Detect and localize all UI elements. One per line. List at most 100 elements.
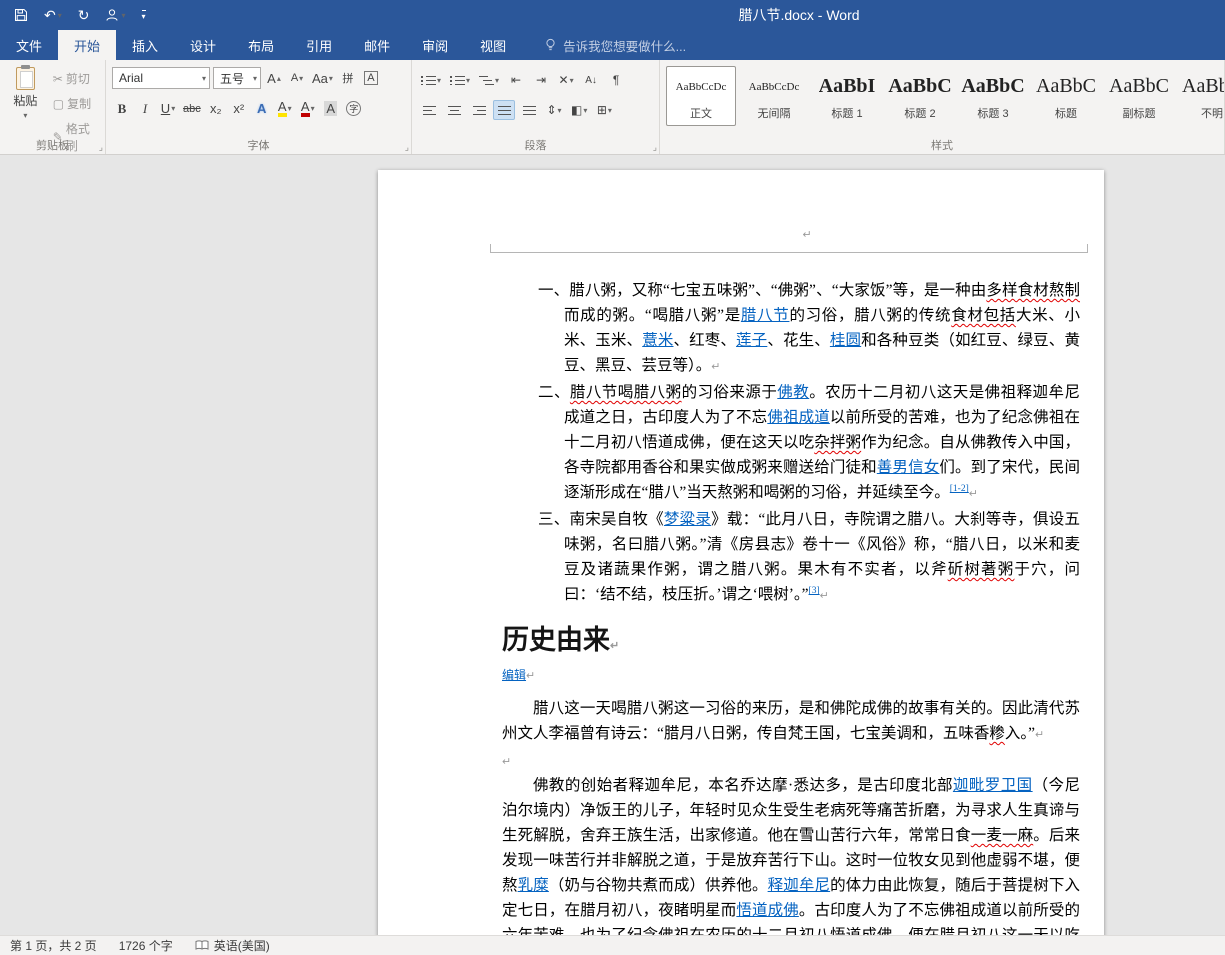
- doc-link[interactable]: 佛教: [777, 384, 809, 401]
- style-title[interactable]: AaBbC 标题: [1031, 66, 1101, 126]
- tab-view[interactable]: 视图: [464, 30, 522, 60]
- doc-link[interactable]: 桂圆: [830, 332, 861, 349]
- align-right-button[interactable]: [468, 100, 490, 120]
- doc-link[interactable]: 佛祖成道: [767, 409, 830, 426]
- italic-button[interactable]: I: [135, 98, 155, 119]
- doc-link[interactable]: 迦毗罗卫国: [953, 777, 1033, 794]
- doc-link[interactable]: 悟道成佛: [736, 902, 799, 919]
- multilevel-list-button[interactable]: ▾: [476, 70, 502, 90]
- proofing-status[interactable]: 英语(美国): [195, 937, 270, 954]
- tell-me-box[interactable]: 告诉我您想要做什么...: [544, 30, 686, 60]
- line-spacing-button[interactable]: ⇕▾: [543, 100, 565, 120]
- style-heading-2[interactable]: AaBbC 标题 2: [885, 66, 955, 126]
- page: ↵ 一、腊八粥，又称“七宝五味粥”、“佛粥”、“大家饭”等，是一种由多样食材熬制…: [378, 170, 1104, 935]
- show-marks-button[interactable]: ¶: [605, 70, 627, 90]
- doc-text: 腊八节喝腊八粥: [570, 384, 682, 401]
- paragraph-dialog-launcher-icon[interactable]: ⌟: [653, 142, 657, 153]
- text-effects-button[interactable]: A: [252, 98, 272, 119]
- tab-references[interactable]: 引用: [290, 30, 348, 60]
- tab-file[interactable]: 文件: [0, 30, 58, 60]
- font-name-dropdown-icon: ▾: [202, 74, 206, 83]
- tab-review[interactable]: 审阅: [406, 30, 464, 60]
- align-center-button[interactable]: [443, 100, 465, 120]
- underline-button[interactable]: U▾: [158, 98, 178, 119]
- style-heading-1[interactable]: AaBbI 标题 1: [812, 66, 882, 126]
- customize-qat-icon[interactable]: ▾: [142, 10, 146, 21]
- document-content[interactable]: 一、腊八粥，又称“七宝五味粥”、“佛粥”、“大家饭”等，是一种由多样食材熬制而成…: [502, 278, 1080, 935]
- style-normal[interactable]: AaBbCcDc 正文: [666, 66, 736, 126]
- shading-button[interactable]: ◧▾: [568, 100, 590, 120]
- style-subtle-emphasis[interactable]: AaBbC 不明: [1177, 66, 1225, 126]
- change-case-button[interactable]: Aa▾: [310, 68, 335, 89]
- borders-button[interactable]: ⊞▾: [593, 100, 615, 120]
- strikethrough-button[interactable]: abc: [181, 98, 203, 119]
- justify-button[interactable]: [493, 100, 515, 120]
- subscript-button[interactable]: x₂: [206, 98, 226, 119]
- doc-link[interactable]: 编辑: [502, 668, 526, 682]
- style-heading-3[interactable]: AaBbC 标题 3: [958, 66, 1028, 126]
- shading-icon: ◧: [571, 103, 582, 117]
- doc-link[interactable]: 乳糜: [518, 877, 549, 894]
- highlight-color-button[interactable]: A▾: [275, 98, 295, 119]
- doc-link[interactable]: [3]: [809, 586, 820, 596]
- word-count-indicator[interactable]: 1726 个字: [119, 937, 173, 954]
- bullets-icon: [421, 76, 436, 85]
- doc-list-item: 一、腊八粥，又称“七宝五味粥”、“佛粥”、“大家饭”等，是一种由多样食材熬制而成…: [502, 278, 1080, 380]
- align-left-button[interactable]: [418, 100, 440, 120]
- shrink-font-button[interactable]: A▾: [287, 68, 307, 89]
- paragraph-mark: ↵: [969, 488, 978, 500]
- enclose-characters-button[interactable]: 字: [344, 98, 364, 119]
- title-bar: ↶▾ ↻ ▾ ▾ 腊八节.docx - Word: [0, 0, 1225, 30]
- doc-link[interactable]: 梦粱录: [664, 511, 711, 528]
- copy-button[interactable]: ▢复制: [49, 92, 99, 115]
- decrease-indent-button[interactable]: ⇤: [505, 70, 527, 90]
- tab-design[interactable]: 设计: [174, 30, 232, 60]
- font-group-label: 字体: [106, 137, 411, 153]
- phonetic-guide-button[interactable]: 拼: [338, 68, 358, 89]
- doc-list-item: 三、南宋吴自牧《梦粱录》载：“此月八日，寺院谓之腊八。大刹等寺，俱设五味粥，名曰…: [502, 507, 1080, 609]
- account-icon[interactable]: ▾: [105, 8, 125, 22]
- clipboard-dialog-launcher-icon[interactable]: ⌟: [99, 142, 103, 153]
- tab-insert[interactable]: 插入: [116, 30, 174, 60]
- tab-layout[interactable]: 布局: [232, 30, 290, 60]
- page-top-margin: ↵: [502, 170, 1080, 278]
- character-shading-button[interactable]: A: [321, 98, 341, 119]
- doc-link[interactable]: 释迦牟尼: [768, 877, 831, 894]
- paragraph-mark: ↵: [711, 361, 720, 373]
- doc-link[interactable]: 善男信女: [877, 459, 940, 476]
- style-subtitle[interactable]: AaBbC 副标题: [1104, 66, 1174, 126]
- font-color-button[interactable]: A▾: [298, 98, 318, 119]
- font-size-combo[interactable]: 五号▾: [213, 67, 261, 89]
- paragraph-group-label: 段落: [412, 137, 659, 153]
- paste-dropdown-icon[interactable]: ▾: [23, 111, 27, 120]
- increase-indent-button[interactable]: ⇥: [530, 70, 552, 90]
- doc-link[interactable]: 莲子: [736, 332, 767, 349]
- undo-icon[interactable]: ↶▾: [44, 7, 62, 24]
- font-name-combo[interactable]: Arial▾: [112, 67, 210, 89]
- page-number-indicator[interactable]: 第 1 页，共 2 页: [10, 937, 97, 954]
- doc-link[interactable]: 薏米: [642, 332, 673, 349]
- numbering-button[interactable]: ▾: [447, 70, 473, 90]
- font-size-dropdown-icon: ▾: [253, 74, 257, 83]
- distribute-button[interactable]: [518, 100, 540, 120]
- save-icon[interactable]: [14, 8, 28, 22]
- character-border-button[interactable]: A: [361, 68, 381, 89]
- superscript-button[interactable]: x²: [229, 98, 249, 119]
- grow-font-button[interactable]: A▴: [264, 68, 284, 89]
- bullets-button[interactable]: ▾: [418, 70, 444, 90]
- doc-link[interactable]: 腊八节: [741, 307, 790, 324]
- tab-home[interactable]: 开始: [58, 30, 116, 60]
- tab-mailings[interactable]: 邮件: [348, 30, 406, 60]
- cut-button[interactable]: ✂剪切: [49, 67, 99, 90]
- doc-text: 腊八粥，又称“七宝五味粥”、“佛粥”、“大家饭”等，是一种由: [569, 282, 986, 299]
- asian-layout-button[interactable]: ✕▾: [555, 70, 577, 90]
- sort-button[interactable]: A↓: [580, 70, 602, 90]
- bold-button[interactable]: B: [112, 98, 132, 119]
- window-title: 腊八节.docx - Word: [738, 5, 859, 25]
- doc-heading: 历史由来↵: [502, 623, 1080, 663]
- redo-icon[interactable]: ↻: [78, 7, 90, 24]
- font-dialog-launcher-icon[interactable]: ⌟: [405, 142, 409, 153]
- style-no-spacing[interactable]: AaBbCcDc 无间隔: [739, 66, 809, 126]
- paragraph-mark: ↵: [526, 670, 535, 682]
- doc-link[interactable]: [1-2]: [950, 484, 969, 494]
